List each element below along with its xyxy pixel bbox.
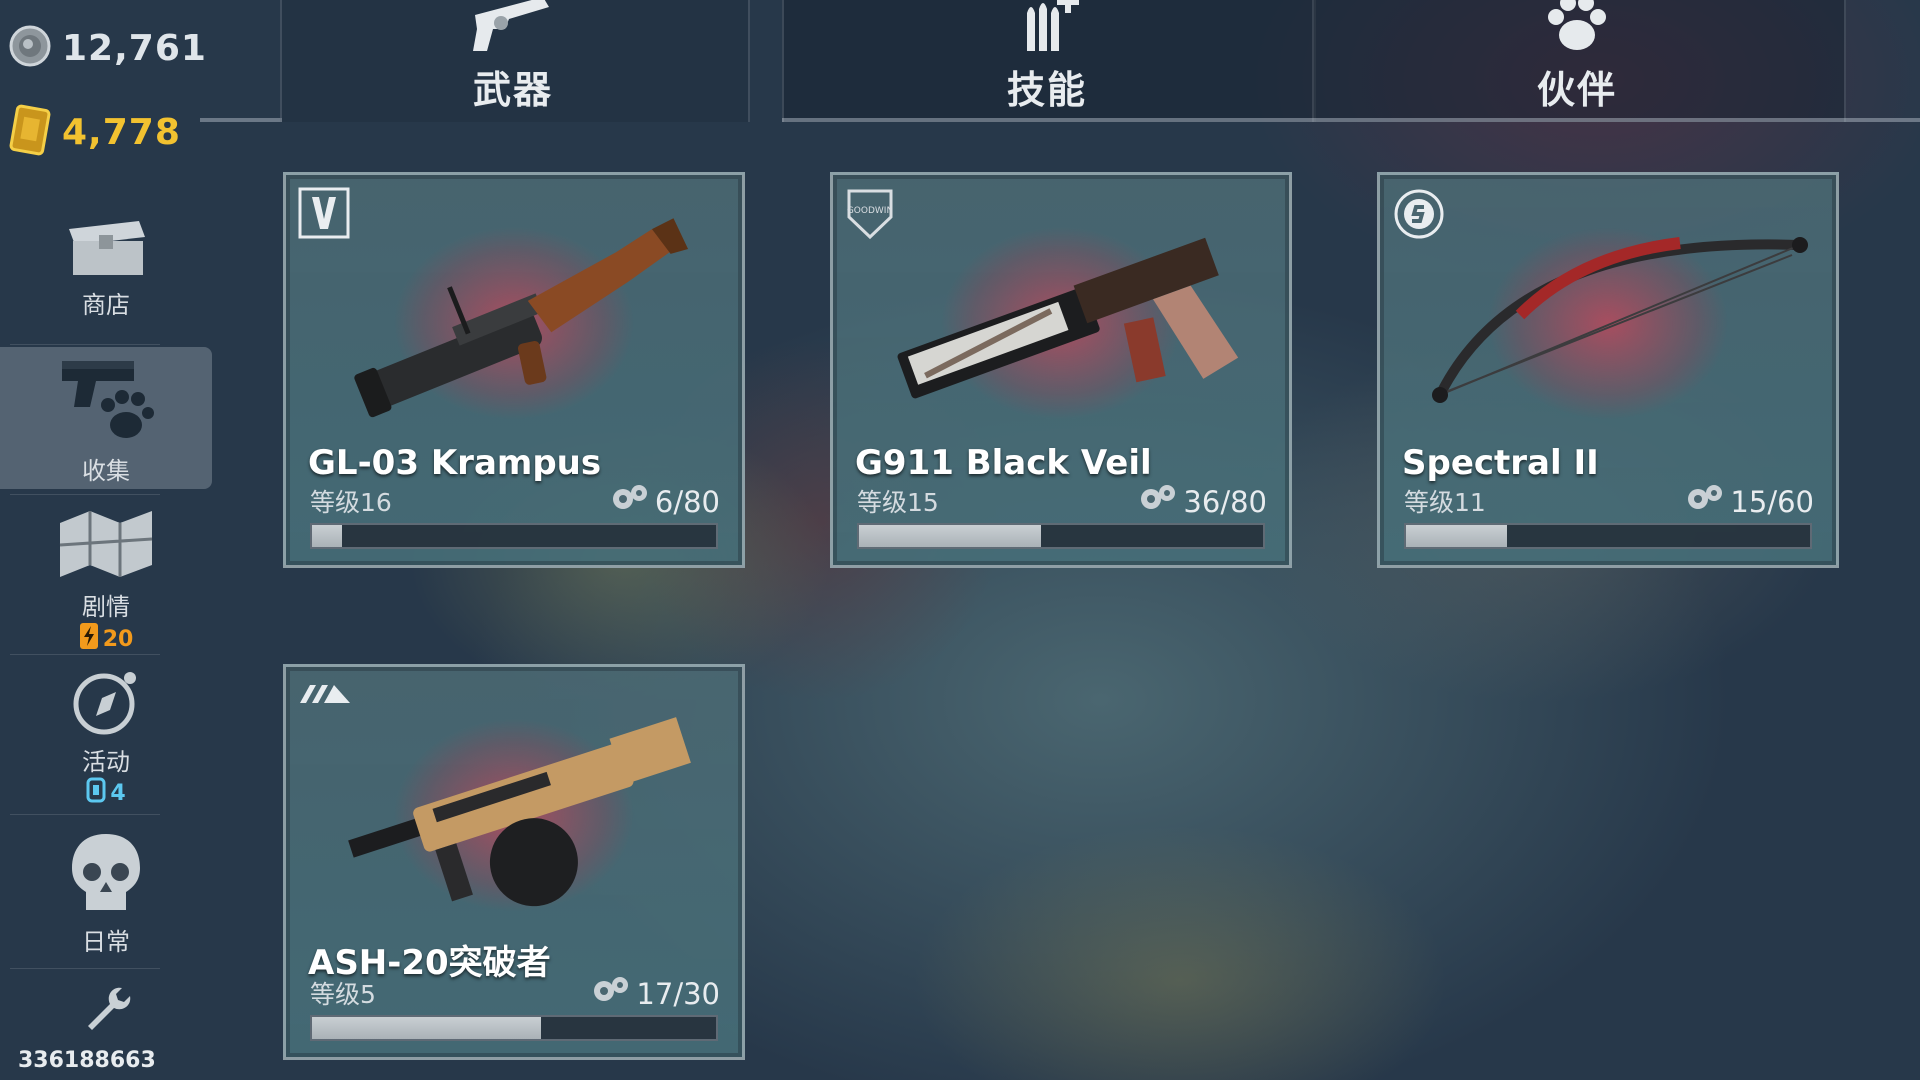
weapon-card[interactable]: Spectral II 等级11 15/60 [1377,172,1839,568]
sidebar-item-shop[interactable]: 商店 [0,207,212,337]
revolver-icon [465,0,561,59]
gold-currency: 4,778 [8,104,181,160]
weapon-name: G911 Black Veil [855,443,1152,483]
silver-amount: 12,761 [62,27,207,69]
tab-bar-end [1842,118,1920,122]
sidebar-item-label: 活动 [82,748,130,776]
progress-fill [1406,525,1507,547]
progress-fill [312,1017,542,1039]
story-badge: 20 [79,622,134,656]
progress-fill [859,525,1041,547]
divider [10,814,160,815]
sidebar-item-label: 收集 [82,457,130,485]
events-badge: 4 [86,777,126,809]
weapon-level: 等级15 [857,488,939,517]
sidebar-item-label: 日常 [82,928,130,956]
progress-fill [312,525,343,547]
divider [10,344,160,345]
energy-icon [79,622,99,656]
divider [10,968,160,969]
chest-icon [61,207,151,283]
weapon-parts: 15/60 [1686,483,1814,520]
silver-coin-icon [8,24,52,72]
weapon-parts: 6/80 [611,483,720,520]
gold-amount: 4,778 [62,111,181,153]
tab-label: 武器 [472,68,553,112]
progress-bar [1404,523,1812,549]
tab-label: 伙伴 [1536,68,1617,112]
weapon-card[interactable]: GL-03 Krampus 等级16 6/80 [283,172,745,568]
pistol-icon [853,195,1273,439]
weapon-level: 等级5 [310,980,376,1009]
sidebar-item-story[interactable]: 剧情 20 [0,505,212,652]
events-ticket-count: 4 [110,780,126,806]
divider [10,654,160,655]
tab-partners[interactable]: 伙伴 [1312,0,1842,122]
silver-currency: 12,761 [8,24,207,72]
story-energy-count: 20 [102,626,134,652]
divider [10,494,160,495]
ammo-plus-icon [1007,0,1087,59]
weapon-parts: 17/30 [592,975,720,1012]
pistol-paw-icon [56,355,156,449]
gold-bar-icon [8,104,52,160]
weapon-card[interactable]: ASH-20突破者 等级5 17/30 [283,664,745,1060]
tab-label: 技能 [1006,68,1087,112]
grenade-launcher-icon [306,195,726,439]
skull-icon [68,830,144,920]
compass-icon [68,666,144,740]
ticket-icon [86,777,106,809]
sidebar: 商店 收集 剧情 20 活动 4 日常 [0,182,212,1080]
weapon-parts: 36/80 [1139,483,1267,520]
wrench-icon [80,982,132,1038]
settings-button[interactable] [0,982,212,1042]
drum-shotgun-icon [306,687,726,931]
tab-skills[interactable]: 技能 [782,0,1312,122]
weapon-level: 等级16 [310,488,392,517]
sidebar-item-label: 商店 [82,291,130,319]
gears-icon [592,975,630,1012]
paw-icon [1542,0,1612,59]
weapon-name: GL-03 Krampus [308,443,602,483]
sidebar-item-collection[interactable]: 收集 [0,347,212,489]
progress-bar [310,1015,718,1041]
parts-count: 6/80 [654,484,720,519]
parts-count: 15/60 [1730,484,1814,519]
parts-count: 17/30 [636,976,720,1011]
weapon-name: Spectral II [1402,443,1599,483]
weapon-level: 等级11 [1404,488,1486,517]
progress-bar [857,523,1265,549]
parts-count: 36/80 [1183,484,1267,519]
sidebar-item-events[interactable]: 活动 4 [0,666,212,806]
weapon-card[interactable]: GOODWIN G911 Black Veil 等级15 36/80 [830,172,1292,568]
sidebar-item-label: 剧情 [82,593,130,621]
compound-bow-icon [1400,195,1820,439]
user-id: 336188663 [18,1048,156,1073]
map-icon [56,505,156,585]
gears-icon [611,483,649,520]
gears-icon [1686,483,1724,520]
gears-icon [1139,483,1177,520]
progress-bar [310,523,718,549]
sidebar-item-daily[interactable]: 日常 [0,830,212,958]
tab-bar-left [200,118,282,122]
tab-weapons[interactable]: 武器 [280,0,746,122]
